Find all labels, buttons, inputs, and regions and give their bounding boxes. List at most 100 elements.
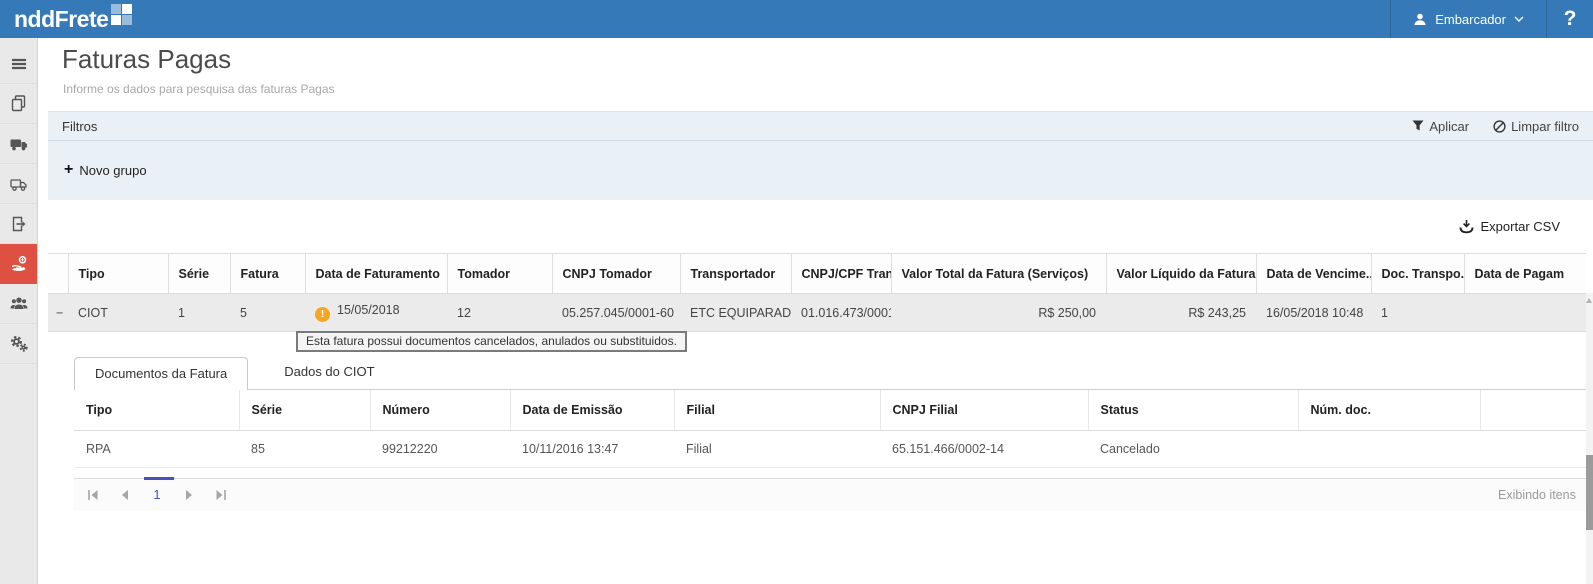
apply-filter-button[interactable]: Aplicar <box>1412 119 1469 134</box>
col-tomador[interactable]: Tomador <box>447 254 552 294</box>
sidebar-item-documents[interactable] <box>0 84 37 124</box>
col-valor-total[interactable]: Valor Total da Fatura (Serviços) <box>891 254 1106 294</box>
sidebar-item-settings[interactable] <box>0 324 37 364</box>
settings-gears-icon <box>10 335 28 352</box>
documents-grid: Tipo Série Número Data de Emissão Filial… <box>74 390 1587 468</box>
sidebar-item-export[interactable] <box>0 204 37 244</box>
status-badge: Cancelado <box>1088 430 1298 467</box>
cell-transportador: ETC EQUIPARADO <box>680 294 791 332</box>
next-page-button[interactable] <box>173 479 205 511</box>
doc-col-data-emissao[interactable]: Data de Emissão <box>510 390 674 430</box>
col-tipo[interactable]: Tipo <box>68 254 168 294</box>
documents-header-row: Tipo Série Número Data de Emissão Filial… <box>74 390 1586 430</box>
last-page-button[interactable] <box>205 479 237 511</box>
col-cnpj-cpf-transp[interactable]: CNPJ/CPF Transp... <box>791 254 891 294</box>
sidebar <box>0 38 38 584</box>
sidebar-item-truck[interactable] <box>0 124 37 164</box>
funnel-icon <box>1412 120 1424 132</box>
cell-cnpj-tomador: 05.257.045/0001-60 <box>552 294 680 332</box>
top-bar: nddFrete Embarcador ? <box>0 0 1593 38</box>
current-page-indicator <box>144 477 174 480</box>
user-menu[interactable]: Embarcador <box>1391 0 1546 38</box>
invoice-row: − CIOT 1 5 !15/05/2018 12 05.257.045/000… <box>48 294 1586 332</box>
export-csv-button[interactable]: Exportar CSV <box>1459 219 1560 234</box>
doc-col-numero[interactable]: Número <box>370 390 510 430</box>
col-data-pagamento[interactable]: Data de Pagam <box>1464 254 1586 294</box>
first-page-button[interactable] <box>77 479 109 511</box>
doc-col-status[interactable]: Status <box>1088 390 1298 430</box>
col-fatura[interactable]: Fatura <box>230 254 305 294</box>
document-row: RPA 85 99212220 10/11/2016 13:47 Filial … <box>74 430 1586 467</box>
warning-tooltip: Esta fatura possui documentos cancelados… <box>296 331 687 352</box>
document-export-icon <box>10 216 28 232</box>
detail-tabs: Documentos da Fatura Dados do CIOT <box>74 357 1586 390</box>
filters-title: Filtros <box>62 119 97 134</box>
truck-icon <box>10 136 28 152</box>
vertical-scrollbar[interactable] <box>1586 293 1593 584</box>
tab-dados-do-ciot[interactable]: Dados do CIOT <box>264 356 394 389</box>
documents-pager: 1 Exibindo itens <box>74 478 1586 511</box>
doc-col-cnpj-filial[interactable]: CNPJ Filial <box>880 390 1088 430</box>
cell-data-pagamento <box>1464 294 1586 332</box>
doc-col-serie[interactable]: Série <box>239 390 370 430</box>
col-serie[interactable]: Série <box>168 254 230 294</box>
col-data-vencimento[interactable]: Data de Vencime... <box>1256 254 1371 294</box>
pager-status-text: Exibindo itens <box>1498 479 1586 511</box>
cell-tomador: 12 <box>447 294 552 332</box>
col-valor-liquido[interactable]: Valor Líquido da Fatura <box>1106 254 1256 294</box>
sidebar-item-delivery[interactable] <box>0 164 37 204</box>
sidebar-item-menu[interactable] <box>0 44 37 84</box>
invoices-header-row: Tipo Série Fatura Data de Faturamento To… <box>48 254 1586 294</box>
users-icon <box>10 296 28 311</box>
scrollbar-thumb[interactable] <box>1586 455 1593 530</box>
page-subtitle: Informe os dados para pesquisa das fatur… <box>63 82 335 96</box>
filters-panel: Filtros Aplicar Limpar filtro + Novo gru… <box>48 111 1593 200</box>
app-logo: nddFrete <box>14 1 132 37</box>
download-icon <box>1459 220 1474 234</box>
user-menu-label: Embarcador <box>1435 12 1506 27</box>
help-button[interactable]: ? <box>1547 0 1593 38</box>
cell-data-vencimento: 16/05/2018 10:48 <box>1256 294 1371 332</box>
doc-cell-serie: 85 <box>239 430 370 467</box>
page-number[interactable]: 1 <box>141 487 173 502</box>
doc-cell-cnpj-filial: 65.151.466/0002-14 <box>880 430 1088 467</box>
scroll-up-arrow-icon[interactable] <box>1586 298 1592 303</box>
warning-icon[interactable]: ! <box>315 307 330 322</box>
doc-col-num-doc[interactable]: Núm. doc. <box>1298 390 1480 430</box>
doc-cell-numero: 99212220 <box>370 430 510 467</box>
copy-documents-icon <box>10 95 28 112</box>
col-cnpj-tomador[interactable]: CNPJ Tomador <box>552 254 680 294</box>
new-group-button[interactable]: + Novo grupo <box>64 163 147 178</box>
cell-doc-transportador: 1 <box>1371 294 1464 332</box>
cell-data-faturamento: !15/05/2018 <box>305 294 447 332</box>
doc-cell-num-doc <box>1298 430 1480 467</box>
doc-cell-data-emissao: 10/11/2016 13:47 <box>510 430 674 467</box>
plus-icon: + <box>64 163 73 177</box>
payments-hand-coin-icon <box>10 255 28 272</box>
page-title: Faturas Pagas <box>62 44 231 75</box>
doc-cell-filler <box>1480 430 1586 467</box>
menu-icon <box>10 56 28 72</box>
collapse-row-button[interactable]: − <box>48 294 68 332</box>
tab-documentos-da-fatura[interactable]: Documentos da Fatura <box>74 357 248 390</box>
col-doc-transportador[interactable]: Doc. Transpo... <box>1371 254 1464 294</box>
doc-col-filial[interactable]: Filial <box>674 390 880 430</box>
previous-page-button[interactable] <box>109 479 141 511</box>
doc-col-tipo[interactable]: Tipo <box>74 390 239 430</box>
cell-fatura: 5 <box>230 294 305 332</box>
col-data-faturamento[interactable]: Data de Faturamento <box>305 254 447 294</box>
cell-cnpj-cpf-transp: 01.016.473/0001-40 <box>791 294 891 332</box>
cell-tipo: CIOT <box>68 294 168 332</box>
logo-text: nddFrete <box>14 1 108 37</box>
logo-grid-icon <box>111 4 132 25</box>
help-icon: ? <box>1564 7 1577 31</box>
col-transportador[interactable]: Transportador <box>680 254 791 294</box>
cancel-circle-icon <box>1493 120 1506 133</box>
clear-filter-button[interactable]: Limpar filtro <box>1493 119 1579 134</box>
doc-cell-filial: Filial <box>674 430 880 467</box>
col-expand <box>48 254 68 294</box>
sidebar-item-payments[interactable] <box>0 244 37 284</box>
sidebar-item-users[interactable] <box>0 284 37 324</box>
cell-valor-liquido: R$ 243,25 <box>1106 294 1256 332</box>
invoice-detail-panel: Documentos da Fatura Dados do CIOT Tipo … <box>74 357 1586 511</box>
